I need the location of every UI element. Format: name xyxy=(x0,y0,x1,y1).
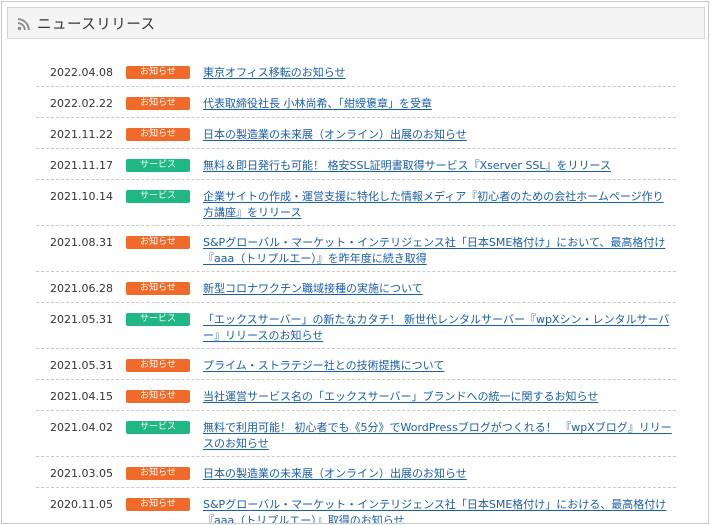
notice-badge: お知らせ xyxy=(126,97,190,110)
news-title-link[interactable]: 東京オフィス移転のお知らせ xyxy=(203,65,676,81)
news-title-link[interactable]: 日本の製造業の未来展（オンライン）出展のお知らせ xyxy=(203,466,676,482)
news-row: 2021.05.31 お知らせ プライム・ストラテジー社との技術提携について xyxy=(36,349,676,380)
notice-badge: お知らせ xyxy=(126,128,190,141)
news-date: 2020.11.05 xyxy=(50,498,113,511)
news-date: 2022.04.08 xyxy=(50,66,113,79)
news-title-link[interactable]: プライム・ストラテジー社との技術提携について xyxy=(203,358,676,374)
news-row: 2021.11.17 サービス 無料＆即日発行も可能！ 格安SSL証明書取得サービス… xyxy=(36,149,676,180)
news-date: 2021.11.22 xyxy=(50,128,113,141)
news-title-link[interactable]: S&Pグローバル・マーケット・インテリジェンス社「日本SME格付け」における、最… xyxy=(203,497,676,523)
service-badge: サービス xyxy=(126,190,190,203)
news-title-link[interactable]: S&Pグローバル・マーケット・インテリジェンス社「日本SME格付け」において、最… xyxy=(203,235,676,266)
news-date: 2021.04.15 xyxy=(50,390,113,403)
news-row: 2021.10.14 サービス 企業サイトの作成・運営支援に特化した情報メディア『初… xyxy=(36,180,676,226)
section-title: ニュースリリース xyxy=(37,16,156,33)
news-row: 2021.04.15 お知らせ 当社運営サービス名の「エックスサーバー」ブランドへの… xyxy=(36,380,676,411)
news-row: 2021.06.28 お知らせ 新型コロナワクチン職域接種の実施について xyxy=(36,272,676,303)
news-date: 2021.03.05 xyxy=(50,467,113,480)
rss-icon xyxy=(17,16,31,31)
news-date: 2022.02.22 xyxy=(50,97,113,110)
news-title-link[interactable]: 「エックスサーバー」の新たなカタチ！ 新世代レンタルサーバー『wpXシン・レンタ… xyxy=(203,312,676,343)
notice-badge: お知らせ xyxy=(126,359,190,372)
notice-badge: お知らせ xyxy=(126,236,190,249)
news-title-link[interactable]: 当社運営サービス名の「エックスサーバー」ブランドへの統一に関するお知らせ xyxy=(203,389,676,405)
news-title-link[interactable]: 代表取締役社長 小林尚希、「紺綬褒章」を受章 xyxy=(203,96,676,112)
news-row: 2021.03.05 お知らせ 日本の製造業の未来展（オンライン）出展のお知らせ xyxy=(36,457,676,488)
news-date: 2021.06.28 xyxy=(50,282,113,295)
news-title-link[interactable]: 新型コロナワクチン職域接種の実施について xyxy=(203,281,676,297)
news-date: 2021.11.17 xyxy=(50,159,113,172)
notice-badge: お知らせ xyxy=(126,467,190,480)
news-date: 2021.04.02 xyxy=(50,421,113,434)
news-title-link[interactable]: 企業サイトの作成・運営支援に特化した情報メディア『初心者のための会社ホームページ… xyxy=(203,189,676,220)
news-row: 2021.05.31 サービス 「エックスサーバー」の新たなカタチ！ 新世代レンタル… xyxy=(36,303,676,349)
news-date: 2021.10.14 xyxy=(50,190,113,203)
news-row: 2021.08.31 お知らせ S&Pグローバル・マーケット・インテリジェンス社「日… xyxy=(36,226,676,272)
news-panel: ニュースリリース 2022.04.08 お知らせ 東京オフィス移転のお知らせ 2022… xyxy=(1,1,709,524)
service-badge: サービス xyxy=(126,159,190,172)
service-badge: サービス xyxy=(126,421,190,434)
news-row: 2021.11.22 お知らせ 日本の製造業の未来展（オンライン）出展のお知らせ xyxy=(36,118,676,149)
news-date: 2021.08.31 xyxy=(50,236,113,249)
news-row: 2022.04.08 お知らせ 東京オフィス移転のお知らせ xyxy=(36,56,676,87)
news-row: 2022.02.22 お知らせ 代表取締役社長 小林尚希、「紺綬褒章」を受章 xyxy=(36,87,676,118)
service-badge: サービス xyxy=(126,313,190,326)
news-row: 2020.11.05 お知らせ S&Pグローバル・マーケット・インテリジェンス社「日… xyxy=(36,488,676,523)
news-date: 2021.05.31 xyxy=(50,359,113,372)
notice-badge: お知らせ xyxy=(126,498,190,511)
notice-badge: お知らせ xyxy=(126,66,190,79)
notice-badge: お知らせ xyxy=(126,282,190,295)
news-title-link[interactable]: 日本の製造業の未来展（オンライン）出展のお知らせ xyxy=(203,127,676,143)
notice-badge: お知らせ xyxy=(126,390,190,403)
news-list: 2022.04.08 お知らせ 東京オフィス移転のお知らせ 2022.02.22 お知ら… xyxy=(36,56,676,523)
news-date: 2021.05.31 xyxy=(50,313,113,326)
section-header: ニュースリリース xyxy=(7,7,705,39)
news-title-link[interactable]: 無料＆即日発行も可能！ 格安SSL証明書取得サービス『Xserver SSL』を… xyxy=(203,158,676,174)
news-row: 2021.04.02 サービス 無料で利用可能！ 初心者でも《5分》でWordPre… xyxy=(36,411,676,457)
news-title-link[interactable]: 無料で利用可能！ 初心者でも《5分》でWordPressブログがつくれる！ 『w… xyxy=(203,420,676,451)
